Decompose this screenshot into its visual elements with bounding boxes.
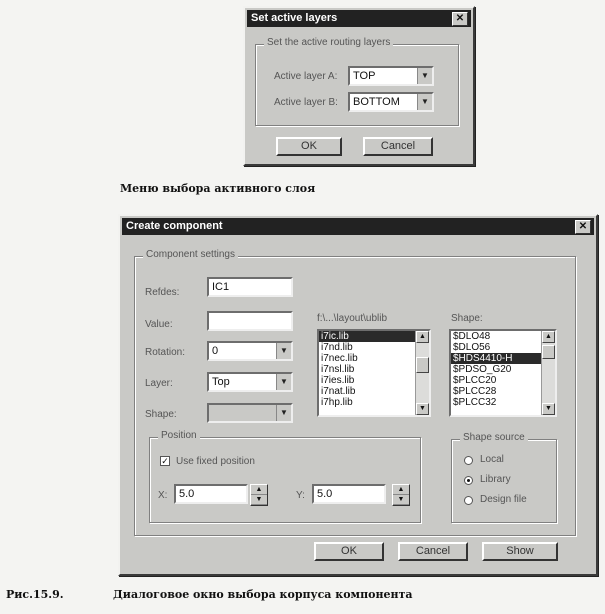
cancel-button[interactable]: Cancel	[398, 542, 468, 561]
figure-caption: Диалоговое окно выбора корпуса компонент…	[113, 588, 413, 601]
cancel-button[interactable]: Cancel	[363, 137, 433, 156]
arrow-down-icon[interactable]: ▼	[393, 495, 409, 505]
layer-select[interactable]: Top ▼	[207, 372, 293, 392]
chevron-down-icon: ▼	[276, 405, 291, 421]
scroll-down-icon[interactable]: ▼	[542, 403, 555, 415]
layer-a-value: TOP	[353, 70, 376, 82]
shape-list-item[interactable]: $PLCC28	[451, 386, 555, 397]
refdes-label: Refdes:	[145, 287, 180, 298]
x-stepper[interactable]: ▲ ▼	[250, 484, 268, 506]
chevron-down-icon[interactable]: ▼	[276, 343, 291, 359]
layer-b-select[interactable]: BOTTOM ▼	[348, 92, 434, 112]
dialog-titlebar: Create component ✕	[122, 218, 594, 235]
source-library-radio[interactable]	[464, 476, 473, 485]
library-list: i7ic.lib i7nd.lib i7nec.lib i7nsl.lib i7ies.…	[319, 331, 429, 408]
close-icon[interactable]: ✕	[575, 220, 591, 234]
scroll-down-icon[interactable]: ▼	[416, 403, 429, 415]
component-settings-group: Component settings Refdes: IC1 Value: Ro…	[134, 249, 576, 536]
use-fixed-position-checkbox[interactable]: ✓	[160, 456, 170, 466]
y-input[interactable]: 5.0	[312, 484, 386, 504]
create-component-dialog: Create component ✕ Component settings Re…	[118, 214, 598, 576]
shape-list-label: Shape:	[451, 313, 483, 324]
position-group: Position ✓ Use fixed position X: 5.0 ▲ ▼…	[149, 430, 421, 523]
library-listbox[interactable]: i7ic.lib i7nd.lib i7nec.lib i7nsl.lib i7ies.…	[317, 329, 431, 417]
library-list-item[interactable]: i7nec.lib	[319, 353, 429, 364]
routing-layers-group: Set the active routing layers Active lay…	[255, 37, 459, 126]
dialog-titlebar: Set active layers ✕	[247, 10, 471, 27]
layer-b-value: BOTTOM	[353, 96, 400, 108]
group-label: Component settings	[143, 249, 238, 260]
chevron-down-icon[interactable]: ▼	[417, 68, 432, 84]
rotation-label: Rotation:	[145, 347, 186, 358]
shape-source-group: Shape source Local Library Design file	[451, 432, 557, 523]
source-local-radio[interactable]	[464, 456, 473, 465]
layer-b-label: Active layer B:	[274, 97, 338, 108]
scroll-thumb[interactable]	[416, 357, 429, 373]
layer-value: Top	[212, 376, 230, 388]
shape-list-item[interactable]: $DLO56	[451, 342, 555, 353]
group-label: Shape source	[460, 432, 528, 443]
rotation-value: 0	[212, 345, 219, 357]
x-input[interactable]: 5.0	[174, 484, 248, 504]
library-list-item[interactable]: i7nsl.lib	[319, 364, 429, 375]
value-input[interactable]	[207, 311, 293, 331]
library-scrollbar[interactable]: ▲ ▼	[415, 331, 429, 415]
layer-a-select[interactable]: TOP ▼	[348, 66, 434, 86]
scroll-up-icon[interactable]: ▲	[542, 331, 555, 343]
group-label: Set the active routing layers	[264, 37, 394, 48]
library-list-item[interactable]: i7nd.lib	[319, 342, 429, 353]
shape-label: Shape:	[145, 409, 177, 420]
chevron-down-icon[interactable]: ▼	[276, 374, 291, 390]
shape-list-item[interactable]: $PLCC32	[451, 397, 555, 408]
y-stepper[interactable]: ▲ ▼	[392, 484, 410, 506]
chevron-down-icon[interactable]: ▼	[417, 94, 432, 110]
library-list-item[interactable]: i7ies.lib	[319, 375, 429, 386]
value-label: Value:	[145, 319, 173, 330]
rotation-select[interactable]: 0 ▼	[207, 341, 293, 361]
ok-button[interactable]: OK	[314, 542, 384, 561]
close-icon[interactable]: ✕	[452, 12, 468, 26]
use-fixed-position-label: Use fixed position	[176, 456, 255, 467]
arrow-up-icon[interactable]: ▲	[251, 485, 267, 495]
source-library-label: Library	[480, 474, 511, 485]
shape-list-item[interactable]: $PLCC20	[451, 375, 555, 386]
shape-list: $DLO48 $DLO56 $HDS4410-H $PDSO_G20 $PLCC20 $P…	[451, 331, 555, 408]
refdes-input[interactable]: IC1	[207, 277, 293, 297]
source-local-label: Local	[480, 454, 504, 465]
source-design-file-label: Design file	[480, 494, 527, 505]
shape-select: ▼	[207, 403, 293, 423]
layer-label: Layer:	[145, 378, 173, 389]
ok-button[interactable]: OK	[276, 137, 342, 156]
shape-list-item[interactable]: $HDS4410-H	[451, 353, 555, 364]
shape-scrollbar[interactable]: ▲ ▼	[541, 331, 555, 415]
library-list-item[interactable]: i7ic.lib	[319, 331, 429, 342]
arrow-down-icon[interactable]: ▼	[251, 495, 267, 505]
library-list-item[interactable]: i7nat.lib	[319, 386, 429, 397]
shape-list-item[interactable]: $PDSO_G20	[451, 364, 555, 375]
set-active-layers-dialog: Set active layers ✕ Set the active routi…	[243, 6, 475, 166]
scroll-thumb[interactable]	[542, 345, 555, 359]
figure-number: Рис.15.9.	[6, 588, 64, 601]
arrow-up-icon[interactable]: ▲	[393, 485, 409, 495]
shape-listbox[interactable]: $DLO48 $DLO56 $HDS4410-H $PDSO_G20 $PLCC20 $P…	[449, 329, 557, 417]
y-label: Y:	[296, 490, 305, 501]
shape-list-item[interactable]: $DLO48	[451, 331, 555, 342]
dialog-title: Create component	[126, 220, 223, 232]
library-path-label: f:\...\layout\ublib	[317, 313, 388, 324]
group-label: Position	[158, 430, 200, 441]
source-design-file-radio[interactable]	[464, 496, 473, 505]
layer-a-label: Active layer A:	[274, 71, 338, 82]
check-icon: ✓	[161, 456, 169, 466]
x-label: X:	[158, 490, 168, 501]
caption-active-layer-menu: Меню выбора активного слоя	[120, 182, 316, 195]
scroll-up-icon[interactable]: ▲	[416, 331, 429, 343]
dialog-title: Set active layers	[251, 12, 338, 24]
library-list-item[interactable]: i7hp.lib	[319, 397, 429, 408]
show-button[interactable]: Show	[482, 542, 558, 561]
